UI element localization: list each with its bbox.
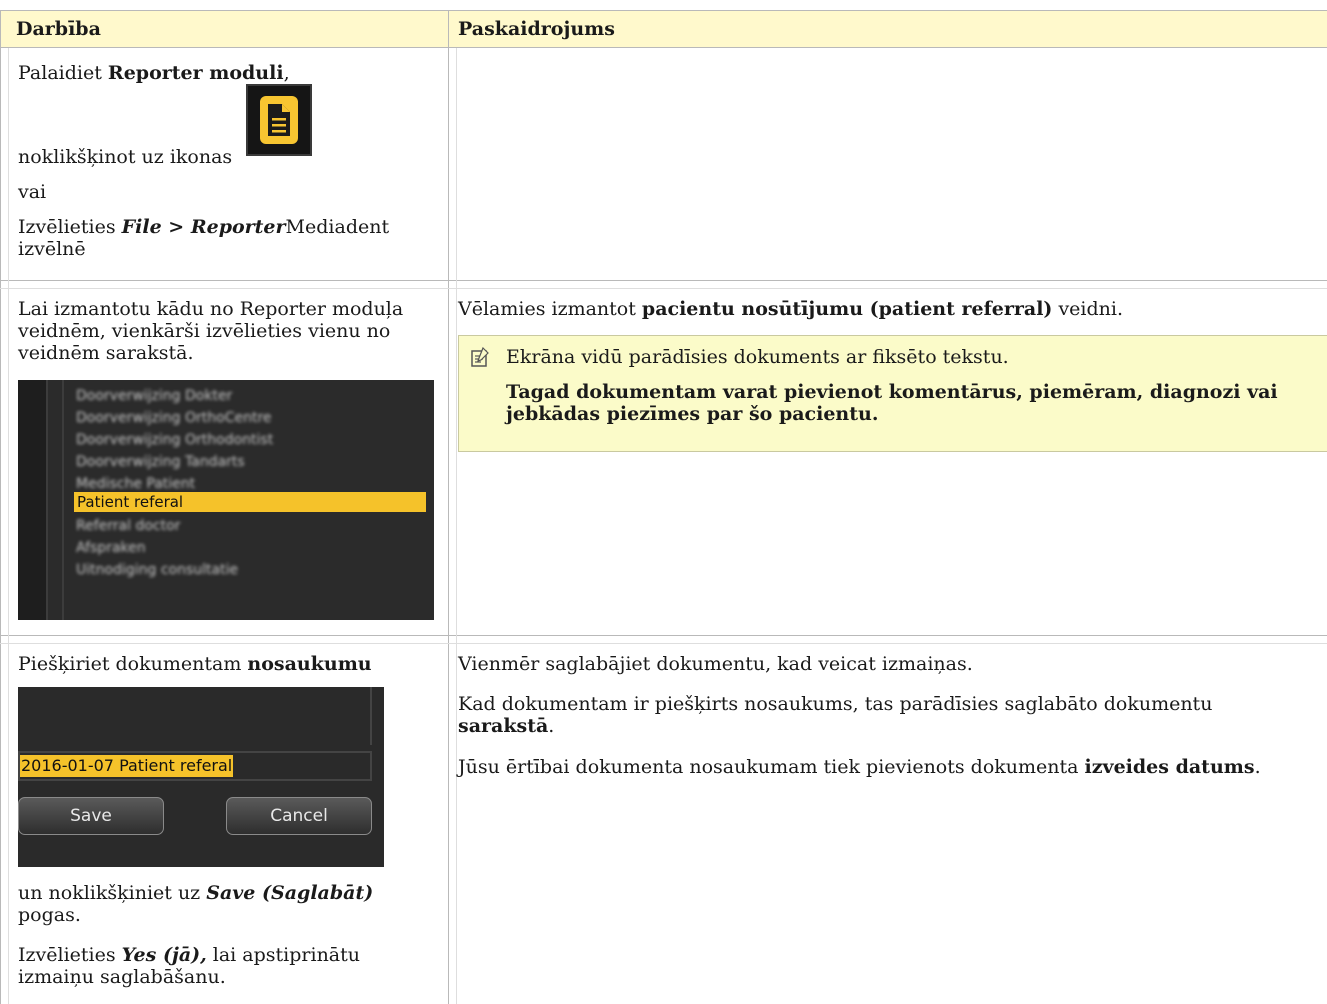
row2-left-text: Lai izmantotu kādu no Reporter moduļa ve… <box>18 298 404 364</box>
row1-line3: vai <box>18 181 47 203</box>
cancel-button[interactable]: Cancel <box>226 797 372 835</box>
row2-right-text: Vēlamies izmantot pacientu nosūtījumu (p… <box>458 298 1124 320</box>
header-action: Darbība <box>16 18 101 40</box>
row3-right-p1: Vienmēr saglabājiet dokumentu, kad veica… <box>458 653 973 675</box>
row3-right-p3: Jūsu ērtībai dokumenta nosaukumam tiek p… <box>458 756 1261 778</box>
save-button[interactable]: Save <box>18 797 164 835</box>
list-item[interactable]: Doorverwijzing OrthoCentre <box>76 410 272 426</box>
note-line1: Ekrāna vidū parādīsies dokuments ar fiks… <box>506 346 1009 368</box>
row3-after1: un noklikšķiniet uz Save (Saglabāt) <box>18 882 374 904</box>
row1-line2: noklikšķinot uz ikonas <box>18 146 233 168</box>
row1-line4: Izvēlieties File > ReporterMediadent <box>18 216 390 238</box>
row3-right-p2: Kad dokumentam ir piešķirts nosaukums, t… <box>458 693 1213 715</box>
row1-line5: izvēlnē <box>18 238 86 260</box>
note-icon <box>470 346 492 373</box>
list-item[interactable]: Doorverwijzing Orthodontist <box>76 432 273 448</box>
row3-left-text: Piešķiriet dokumentam nosaukumu <box>18 653 372 675</box>
list-item-selected[interactable]: Patient referal <box>74 492 426 512</box>
instruction-table: Darbība Paskaidrojums Palaidiet Reporter… <box>0 0 1327 1004</box>
list-item[interactable]: Uitnodiging consultatie <box>76 562 238 578</box>
row3-right-p2-line2: sarakstā. <box>458 715 555 737</box>
document-icon <box>260 96 298 144</box>
reporter-icon-button[interactable] <box>246 84 312 156</box>
table-header <box>0 10 1327 48</box>
note-bold: Tagad dokumentam varat pievienot komentā… <box>506 381 1278 425</box>
row3-after2: Izvēlieties Yes (jā), lai apstiprinātu <box>18 944 361 966</box>
row3-after2-line2: izmaiņu saglabāšanu. <box>18 966 226 988</box>
template-list-screenshot: Doorverwijzing Dokter Doorverwijzing Ort… <box>18 380 434 620</box>
name-dialog-screenshot: 2016-01-07 Patient referal Save Cancel <box>18 687 384 867</box>
header-explanation: Paskaidrojums <box>458 18 615 40</box>
list-item[interactable]: Referral doctor <box>76 518 180 534</box>
list-item[interactable]: Doorverwijzing Tandarts <box>76 454 245 470</box>
row1-line1: Palaidiet Reporter moduli, <box>18 62 290 84</box>
list-item[interactable]: Doorverwijzing Dokter <box>76 388 232 404</box>
document-name-field[interactable]: 2016-01-07 Patient referal <box>20 755 234 777</box>
row3-after1-line2: pogas. <box>18 904 81 926</box>
list-item[interactable]: Medische Patient <box>76 476 195 492</box>
list-item[interactable]: Afspraken <box>76 540 146 556</box>
